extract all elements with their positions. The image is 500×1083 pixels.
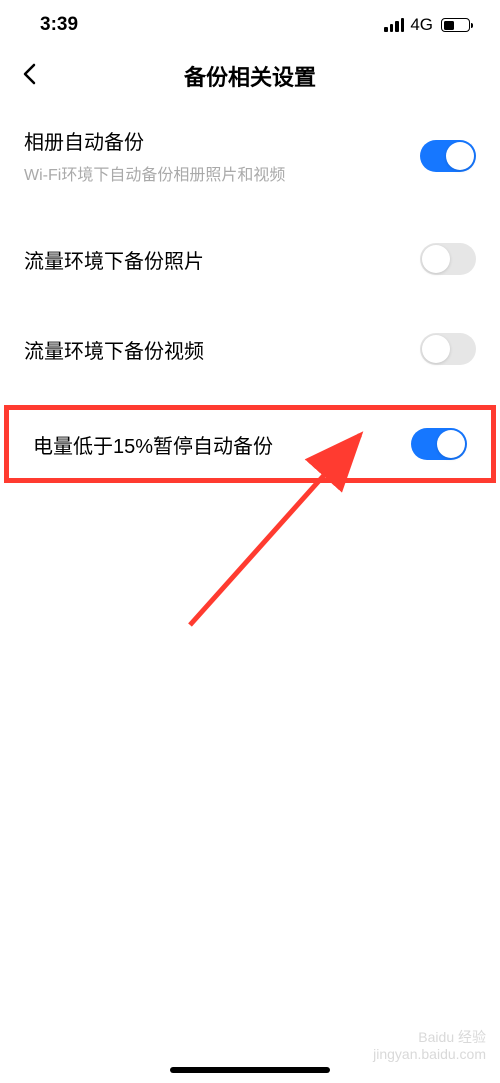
setting-text: 电量低于15%暂停自动备份: [33, 430, 273, 459]
page-title: 备份相关设置: [20, 60, 480, 92]
setting-text: 相册自动备份 Wi-Fi环境下自动备份相册照片和视频: [24, 126, 285, 185]
network-label: 4G: [410, 15, 433, 35]
setting-title: 流量环境下备份照片: [24, 245, 204, 274]
status-time: 3:39: [40, 14, 78, 36]
toggle-cellular-video[interactable]: [420, 333, 476, 365]
status-right: 4G: [384, 15, 470, 35]
back-button[interactable]: [22, 63, 36, 89]
setting-cellular-video[interactable]: 流量环境下备份视频: [0, 315, 500, 383]
nav-bar: 备份相关设置: [0, 46, 500, 108]
setting-title: 相册自动备份: [24, 126, 285, 155]
toggle-low-battery[interactable]: [411, 428, 467, 460]
setting-subtitle: Wi-Fi环境下自动备份相册照片和视频: [24, 161, 285, 185]
watermark-line1: Baidu 经验: [373, 1029, 486, 1046]
setting-title: 电量低于15%暂停自动备份: [33, 430, 273, 459]
toggle-auto-backup[interactable]: [420, 140, 476, 172]
status-bar: 3:39 4G: [0, 0, 500, 46]
signal-icon: [384, 18, 404, 32]
home-indicator[interactable]: [170, 1067, 330, 1073]
highlight-annotation: 电量低于15%暂停自动备份: [4, 405, 496, 483]
chevron-left-icon: [22, 63, 36, 85]
setting-auto-backup[interactable]: 相册自动备份 Wi-Fi环境下自动备份相册照片和视频: [0, 108, 500, 203]
setting-cellular-photo[interactable]: 流量环境下备份照片: [0, 225, 500, 293]
setting-title: 流量环境下备份视频: [24, 335, 204, 364]
battery-icon: [441, 18, 470, 32]
setting-text: 流量环境下备份照片: [24, 245, 204, 274]
toggle-cellular-photo[interactable]: [420, 243, 476, 275]
watermark-line2: jingyan.baidu.com: [373, 1046, 486, 1063]
setting-text: 流量环境下备份视频: [24, 335, 204, 364]
setting-low-battery[interactable]: 电量低于15%暂停自动备份: [9, 410, 491, 478]
watermark: Baidu 经验 jingyan.baidu.com: [373, 1029, 486, 1063]
